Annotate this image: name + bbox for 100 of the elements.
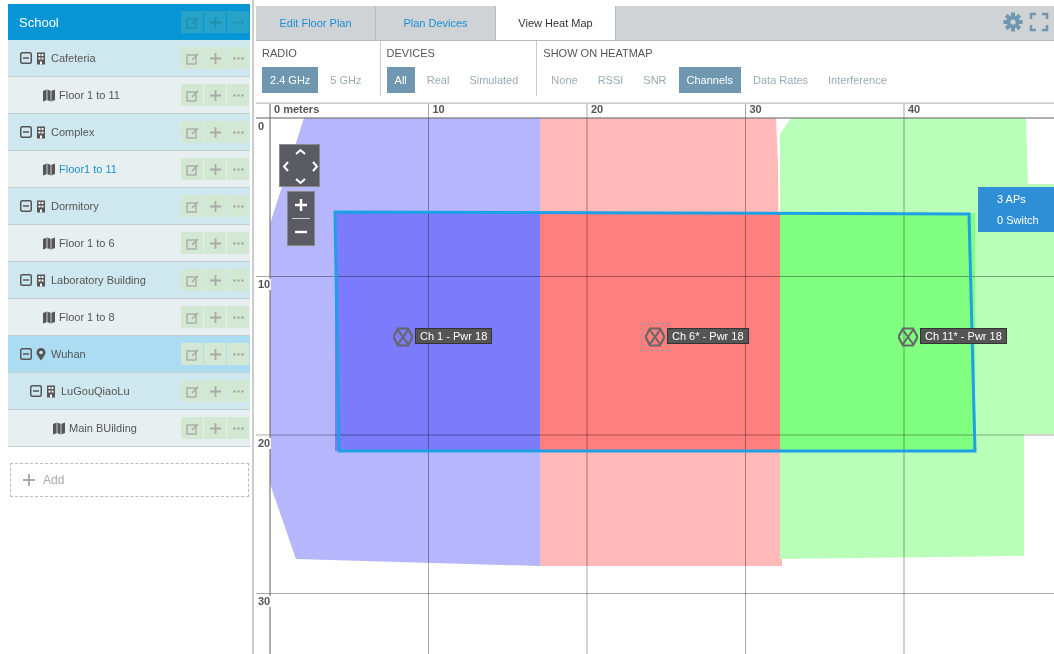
tree-item[interactable]: Wuhan [8, 336, 250, 373]
ruler-label: 40 [907, 103, 922, 115]
edit-button[interactable] [181, 121, 203, 143]
settings-button[interactable] [1002, 12, 1024, 34]
edit-button[interactable] [181, 84, 203, 106]
building-icon [35, 125, 47, 139]
option-button[interactable]: None [543, 66, 586, 93]
edit-button[interactable] [181, 306, 203, 328]
option-button[interactable]: Interference [820, 66, 895, 93]
more-button[interactable] [227, 195, 249, 217]
plus-icon [208, 421, 222, 435]
more-button[interactable] [227, 47, 249, 69]
tree-item-label: Floor 1 to 11 [59, 89, 121, 101]
edit-button[interactable] [181, 417, 203, 439]
more-button[interactable] [227, 11, 249, 33]
add-button[interactable] [204, 11, 226, 33]
edit-icon [185, 162, 199, 176]
option-button[interactable]: Data Rates [745, 66, 817, 93]
settings-icon [1003, 12, 1023, 32]
plus-icon [208, 88, 222, 102]
more-button[interactable] [227, 269, 249, 291]
edit-icon [185, 125, 199, 139]
more-button[interactable] [227, 417, 249, 439]
option-button[interactable]: 2.4 GHz [262, 66, 319, 93]
plus-icon [208, 51, 222, 65]
add-button[interactable] [204, 195, 226, 217]
tree-item[interactable]: Cafeteria [8, 40, 250, 77]
option-button[interactable]: Real [418, 66, 458, 93]
more-button[interactable] [227, 84, 249, 106]
more-button[interactable] [227, 343, 249, 365]
map-icon [53, 421, 65, 435]
edit-icon [185, 384, 199, 398]
edit-button[interactable] [181, 380, 203, 402]
tree-item-label: LuGouQiaoLu [61, 385, 131, 397]
add-button[interactable] [204, 232, 226, 254]
tree-item[interactable]: Main BUilding [8, 410, 250, 447]
group-label: SHOW ON HEATMAP [543, 46, 654, 61]
tree-header[interactable]: School [8, 4, 250, 40]
plus-icon [208, 347, 222, 361]
edit-button[interactable] [181, 158, 203, 180]
collapse-icon[interactable] [20, 348, 32, 360]
tree-item[interactable]: Dormitory [8, 188, 250, 225]
map-icon [43, 162, 55, 176]
option-button[interactable]: Simulated [461, 66, 527, 93]
tree-item[interactable]: LuGouQiaoLu [8, 373, 250, 410]
tab[interactable]: View Heat Map [496, 6, 616, 40]
collapse-icon[interactable] [20, 126, 32, 138]
tree-item[interactable]: Floor 1 to 8 [8, 299, 250, 336]
add-button[interactable] [204, 417, 226, 439]
tree-item[interactable]: Floor 1 to 6 [8, 225, 250, 262]
add-button[interactable] [204, 380, 226, 402]
more-button[interactable] [227, 306, 249, 328]
option-button[interactable]: SNR [635, 66, 675, 93]
add-button[interactable] [204, 269, 226, 291]
add-button[interactable] [204, 158, 226, 180]
tree-item[interactable]: Laboratory Building [8, 262, 250, 299]
map-icon [43, 310, 55, 324]
tree-item[interactable]: Complex [8, 114, 250, 151]
edit-button[interactable] [181, 195, 203, 217]
edit-icon [185, 88, 199, 102]
ruler-label: 30 [257, 596, 272, 608]
edit-button[interactable] [181, 269, 203, 291]
add-button[interactable]: Add [10, 463, 249, 497]
add-button[interactable] [204, 47, 226, 69]
more-button[interactable] [227, 121, 249, 143]
add-button[interactable] [204, 84, 226, 106]
building-icon [35, 51, 47, 65]
pan-control[interactable] [279, 143, 320, 187]
add-button[interactable] [204, 121, 226, 143]
collapse-icon[interactable] [30, 385, 42, 397]
option-button[interactable]: RSSI [589, 66, 632, 93]
option-button[interactable]: 5 GHz [322, 66, 370, 93]
collapse-icon[interactable] [20, 274, 32, 286]
plus-icon [208, 15, 222, 29]
device-count: 3 APs [997, 192, 1027, 205]
edit-button[interactable] [181, 232, 203, 254]
edit-button[interactable] [181, 47, 203, 69]
more-button[interactable] [227, 158, 249, 180]
add-button[interactable] [204, 343, 226, 365]
edit-button[interactable] [181, 343, 203, 365]
tree-item-label: Wuhan [51, 348, 87, 360]
more-button[interactable] [227, 380, 249, 402]
tree-item[interactable]: Floor1 to 11 [8, 151, 250, 188]
edit-button[interactable] [181, 11, 203, 33]
edit-icon [185, 15, 199, 29]
collapse-icon[interactable] [20, 52, 32, 64]
option-button[interactable]: All [386, 66, 415, 93]
plus-icon [208, 384, 222, 398]
tree-item[interactable]: Floor 1 to 11 [8, 77, 250, 114]
pin-icon [35, 347, 47, 361]
device-count: 0 Switch [997, 213, 1040, 226]
fullscreen-button[interactable] [1028, 12, 1050, 34]
tree-item-label: Dormitory [51, 200, 100, 212]
ruler-label: 10 [431, 103, 446, 115]
collapse-icon[interactable] [20, 200, 32, 212]
more-button[interactable] [227, 232, 249, 254]
add-button[interactable] [204, 306, 226, 328]
option-button[interactable]: Channels [678, 66, 742, 93]
edit-icon [185, 199, 199, 213]
ruler-label: 10 [257, 279, 272, 291]
